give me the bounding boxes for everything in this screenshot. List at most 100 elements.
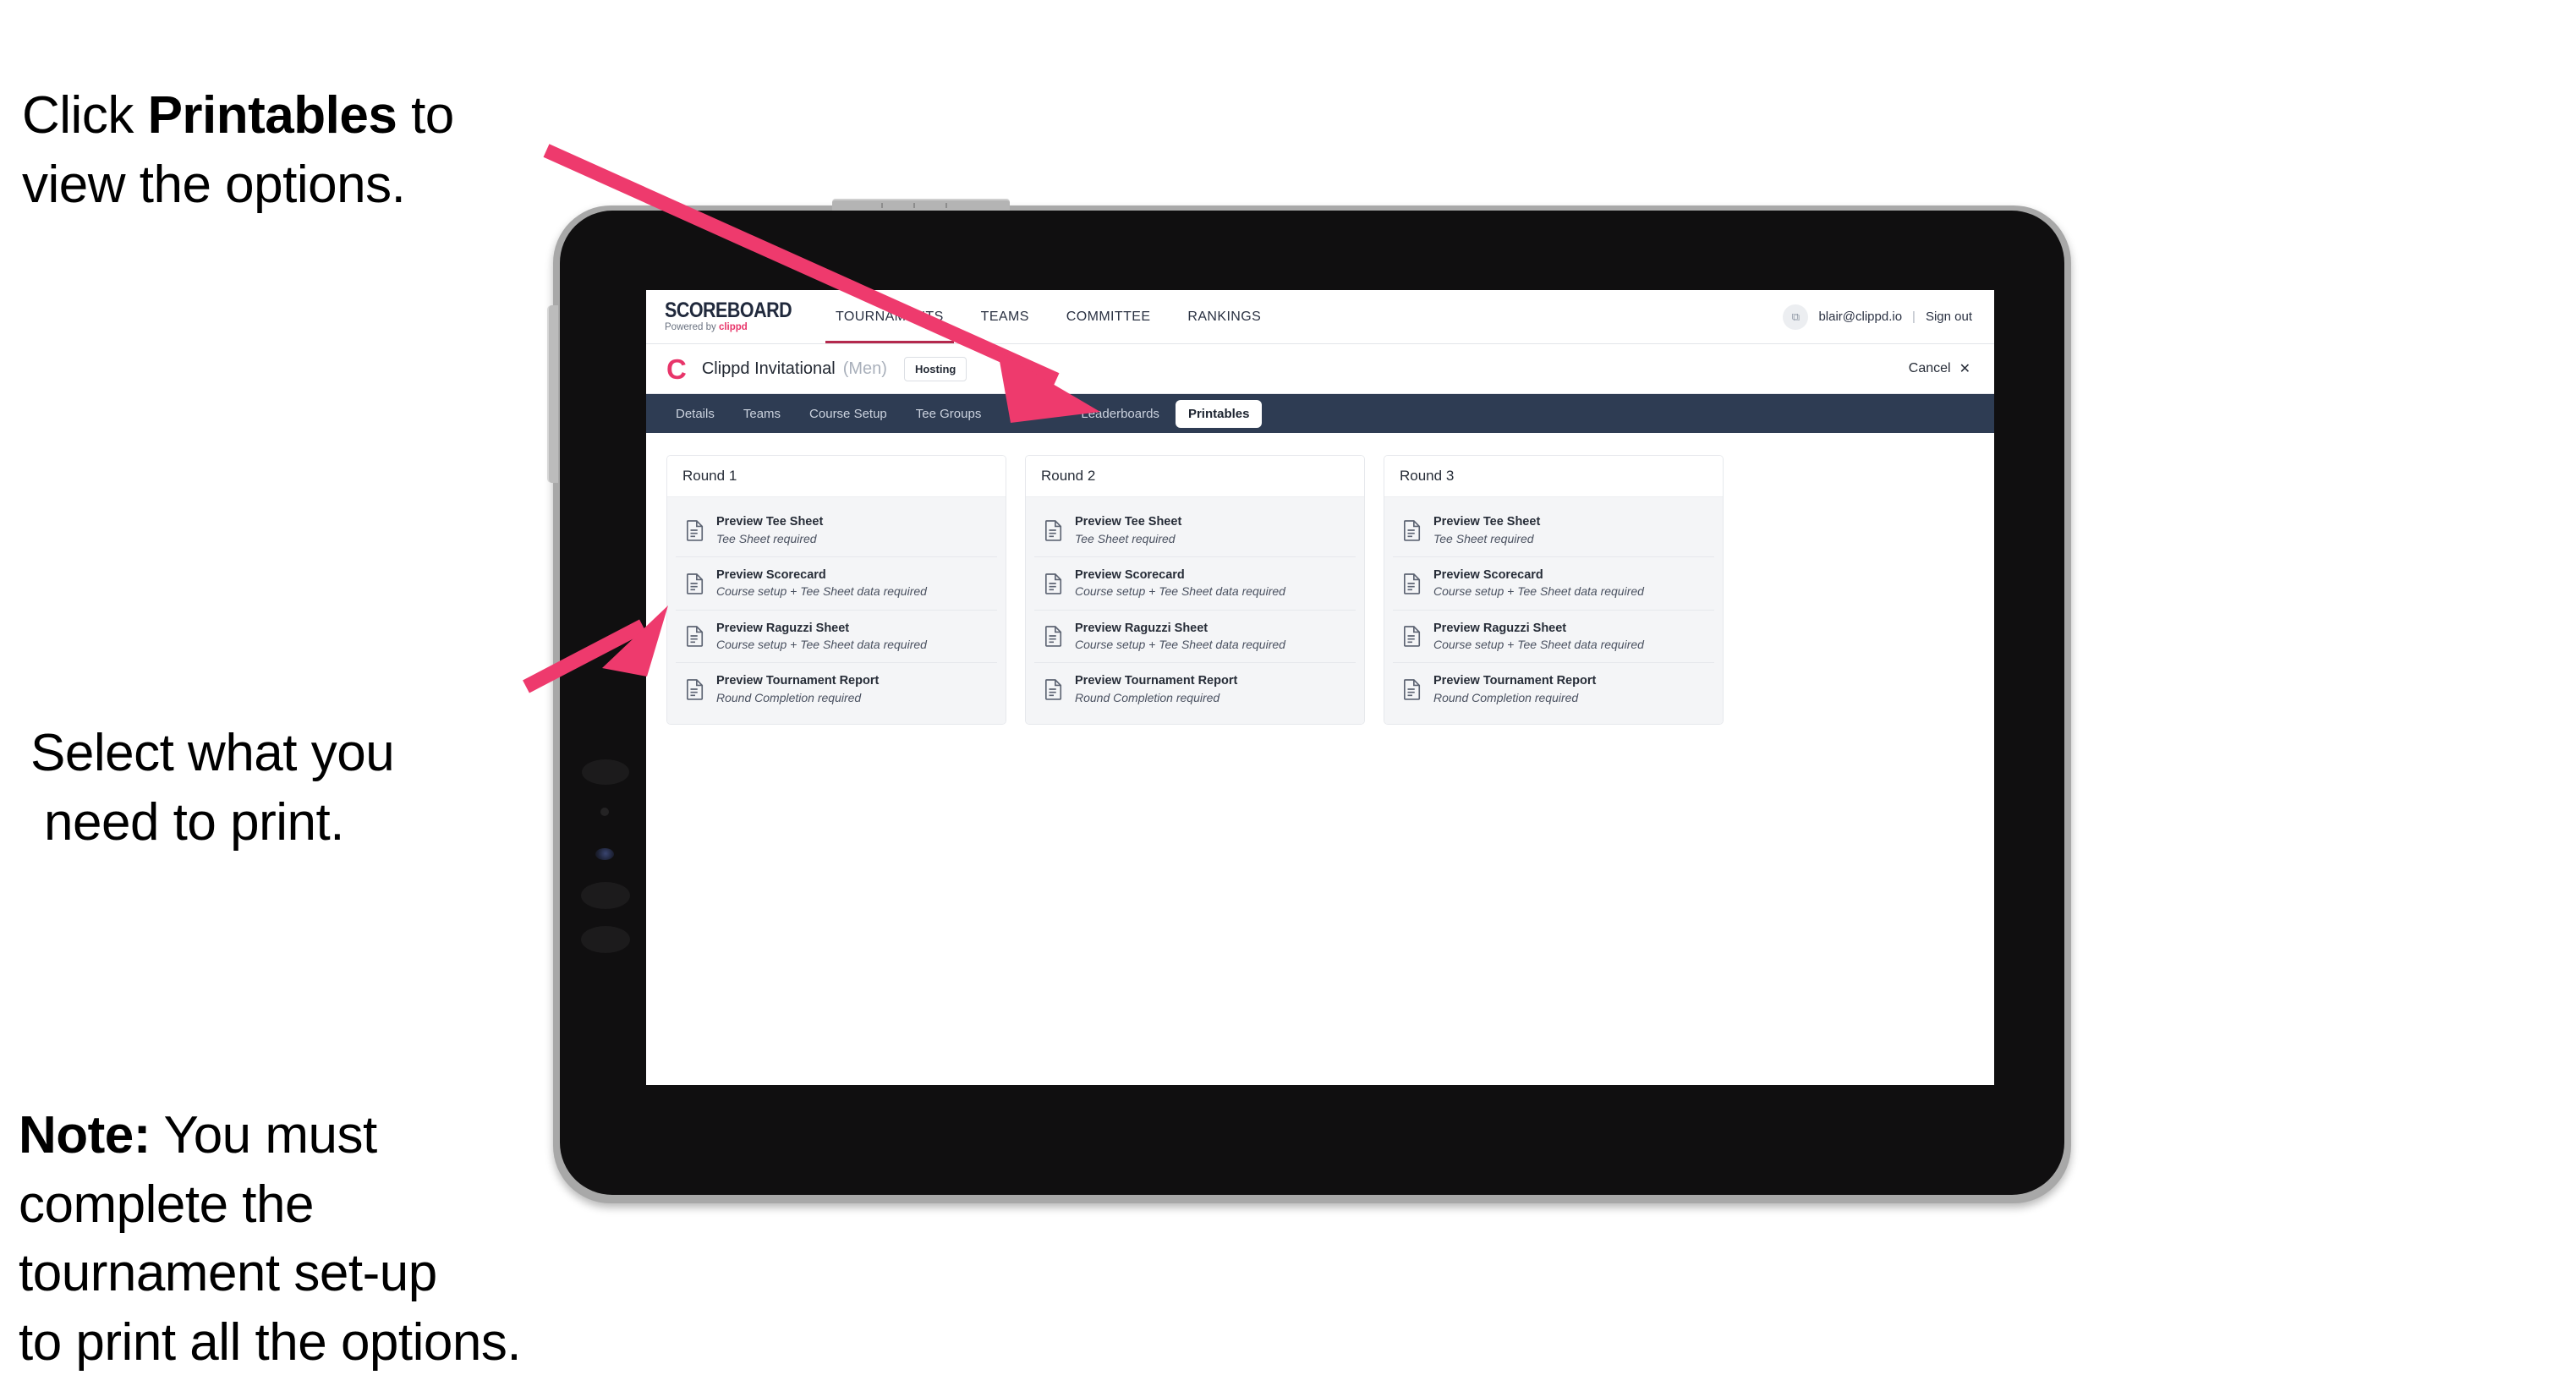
tab-leaderboards[interactable]: Leaderboards <box>1068 400 1172 428</box>
printable-requirement: Course setup + Tee Sheet data required <box>1433 584 1644 599</box>
nav-label-rankings: RANKINGS <box>1187 309 1262 324</box>
tournament-tabs: Details Teams Course Setup Tee Groups Re… <box>646 394 1994 433</box>
annotation-click-prefix: Click <box>22 85 148 145</box>
document-icon <box>1044 519 1063 541</box>
tab-label-teams: Teams <box>743 406 781 421</box>
tab-label-leaderboards: Leaderboards <box>1081 406 1159 421</box>
annotation-select-line1: Select what you <box>30 723 395 782</box>
printable-title: Preview Scorecard <box>716 567 826 582</box>
sign-out-link[interactable]: Sign out <box>1926 310 1972 324</box>
printable-row-raguzzi-sheet[interactable]: Preview Raguzzi Sheet Course setup + Tee… <box>1034 611 1356 664</box>
tab-label-results: Results <box>1010 406 1053 421</box>
rounds-container: Round 1 Preview Tee Sheet Tee Sheet requ… <box>646 433 1994 747</box>
tournament-subheader: C Clippd Invitational (Men) Hosting Canc… <box>646 344 1994 394</box>
printable-row-scorecard[interactable]: Preview Scorecard Course setup + Tee She… <box>676 557 997 611</box>
printable-row-scorecard[interactable]: Preview Scorecard Course setup + Tee She… <box>1393 557 1714 611</box>
printable-requirement: Tee Sheet required <box>1075 531 1176 545</box>
printable-row-scorecard[interactable]: Preview Scorecard Course setup + Tee She… <box>1034 557 1356 611</box>
main-nav: TOURNAMENTS TEAMS COMMITTEE RANKINGS <box>817 290 1280 343</box>
document-icon <box>686 519 704 541</box>
nav-label-teams: TEAMS <box>980 309 1029 324</box>
printable-requirement: Round Completion required <box>716 690 862 704</box>
round-card: Round 1 Preview Tee Sheet Tee Sheet requ… <box>666 455 1006 726</box>
document-icon <box>1403 625 1422 648</box>
tab-label-printables: Printables <box>1187 406 1250 421</box>
brand-powered-prefix: Powered by <box>665 322 719 333</box>
document-icon <box>686 678 704 700</box>
round-title: Round 1 <box>667 456 1006 497</box>
nav-item-committee[interactable]: COMMITTEE <box>1048 290 1170 343</box>
round-items: Preview Tee Sheet Tee Sheet required Pre… <box>667 497 1006 725</box>
tab-course-setup[interactable]: Course Setup <box>797 400 900 428</box>
nav-item-tournaments[interactable]: TOURNAMENTS <box>817 290 962 343</box>
tab-details[interactable]: Details <box>663 400 727 428</box>
tablet-speaker-icon-2 <box>581 882 630 909</box>
annotation-click-printables: Click Printables to view the options. <box>22 12 580 219</box>
printable-title: Preview Tournament Report <box>1075 674 1238 688</box>
nav-label-committee: COMMITTEE <box>1066 309 1151 324</box>
printable-row-tee-sheet[interactable]: Preview Tee Sheet Tee Sheet required <box>676 504 997 557</box>
printable-title: Preview Raguzzi Sheet <box>1075 621 1209 635</box>
round-items: Preview Tee Sheet Tee Sheet required Pre… <box>1384 497 1723 725</box>
nav-item-rankings[interactable]: RANKINGS <box>1169 290 1280 343</box>
document-icon <box>1044 678 1063 700</box>
clippd-logo-icon: C <box>666 353 687 385</box>
account-email: blair@clippd.io <box>1818 310 1903 324</box>
tablet-device: SCOREBOARD Powered by clippd TOURNAMENTS… <box>547 199 2071 1203</box>
tablet-power-button[interactable] <box>832 199 1010 211</box>
round-card: Round 2 Preview Tee Sheet Tee Sheet requ… <box>1025 455 1365 726</box>
brand-subtitle: Powered by clippd <box>665 323 817 333</box>
printable-row-raguzzi-sheet[interactable]: Preview Raguzzi Sheet Course setup + Tee… <box>1393 611 1714 664</box>
printable-title: Preview Raguzzi Sheet <box>1433 621 1567 635</box>
printable-requirement: Course setup + Tee Sheet data required <box>716 584 927 599</box>
printable-row-raguzzi-sheet[interactable]: Preview Raguzzi Sheet Course setup + Tee… <box>676 611 997 664</box>
cancel-button[interactable]: Cancel ✕ <box>1909 360 1974 377</box>
tablet-camera-icon <box>595 848 614 860</box>
printable-requirement: Course setup + Tee Sheet data required <box>716 638 927 652</box>
printable-title: Preview Tournament Report <box>1433 674 1597 688</box>
document-icon <box>1403 519 1422 541</box>
document-icon <box>686 572 704 594</box>
tab-tee-groups[interactable]: Tee Groups <box>903 400 995 428</box>
hosting-badge[interactable]: Hosting <box>903 356 967 381</box>
tab-printables[interactable]: Printables <box>1175 399 1263 428</box>
document-icon <box>1403 572 1422 594</box>
tournament-name: Clippd Invitational <box>701 359 836 378</box>
printable-title: Preview Tee Sheet <box>1075 515 1182 529</box>
printable-row-tournament-report[interactable]: Preview Tournament Report Round Completi… <box>1393 663 1714 715</box>
brand-clippd-name: clippd <box>718 322 748 333</box>
cancel-label: Cancel <box>1908 361 1951 375</box>
printable-title: Preview Scorecard <box>1433 567 1543 582</box>
printable-row-tournament-report[interactable]: Preview Tournament Report Round Completi… <box>1034 663 1356 715</box>
printable-row-tournament-report[interactable]: Preview Tournament Report Round Completi… <box>676 663 997 715</box>
document-icon <box>1044 572 1063 594</box>
tablet-speaker-icon-3 <box>581 926 630 953</box>
nav-item-teams[interactable]: TEAMS <box>962 290 1048 343</box>
avatar[interactable]: ⧉ <box>1783 304 1809 330</box>
printable-title: Preview Tournament Report <box>716 674 880 688</box>
document-icon <box>1403 678 1422 700</box>
annotation-click-bold: Printables <box>147 85 397 145</box>
tab-label-details: Details <box>676 406 715 421</box>
printable-requirement: Round Completion required <box>1433 690 1579 704</box>
printable-requirement: Course setup + Tee Sheet data required <box>1433 638 1644 652</box>
round-title: Round 3 <box>1384 456 1723 497</box>
tab-teams[interactable]: Teams <box>731 400 793 428</box>
close-icon: ✕ <box>1959 362 1970 376</box>
printable-row-tee-sheet[interactable]: Preview Tee Sheet Tee Sheet required <box>1034 504 1356 557</box>
printable-requirement: Course setup + Tee Sheet data required <box>1075 584 1285 599</box>
annotation-note-bold: Note: <box>19 1105 151 1164</box>
annotation-select-line2: need to print. <box>44 792 344 852</box>
annotation-select-print: Select what you need to print. <box>30 649 555 926</box>
tablet-speaker-icon <box>582 759 629 785</box>
printable-title: Preview Tee Sheet <box>716 515 824 529</box>
tablet-screen: SCOREBOARD Powered by clippd TOURNAMENTS… <box>646 290 1994 1085</box>
tab-results[interactable]: Results <box>997 400 1065 428</box>
printable-requirement: Course setup + Tee Sheet data required <box>1075 638 1285 652</box>
tablet-volume-button[interactable] <box>547 305 558 483</box>
round-items: Preview Tee Sheet Tee Sheet required Pre… <box>1026 497 1364 725</box>
printable-row-tee-sheet[interactable]: Preview Tee Sheet Tee Sheet required <box>1393 504 1714 557</box>
printable-title: Preview Raguzzi Sheet <box>716 621 850 635</box>
app-header: SCOREBOARD Powered by clippd TOURNAMENTS… <box>646 290 1994 344</box>
scoreboard-logo[interactable]: SCOREBOARD Powered by clippd <box>646 290 817 343</box>
